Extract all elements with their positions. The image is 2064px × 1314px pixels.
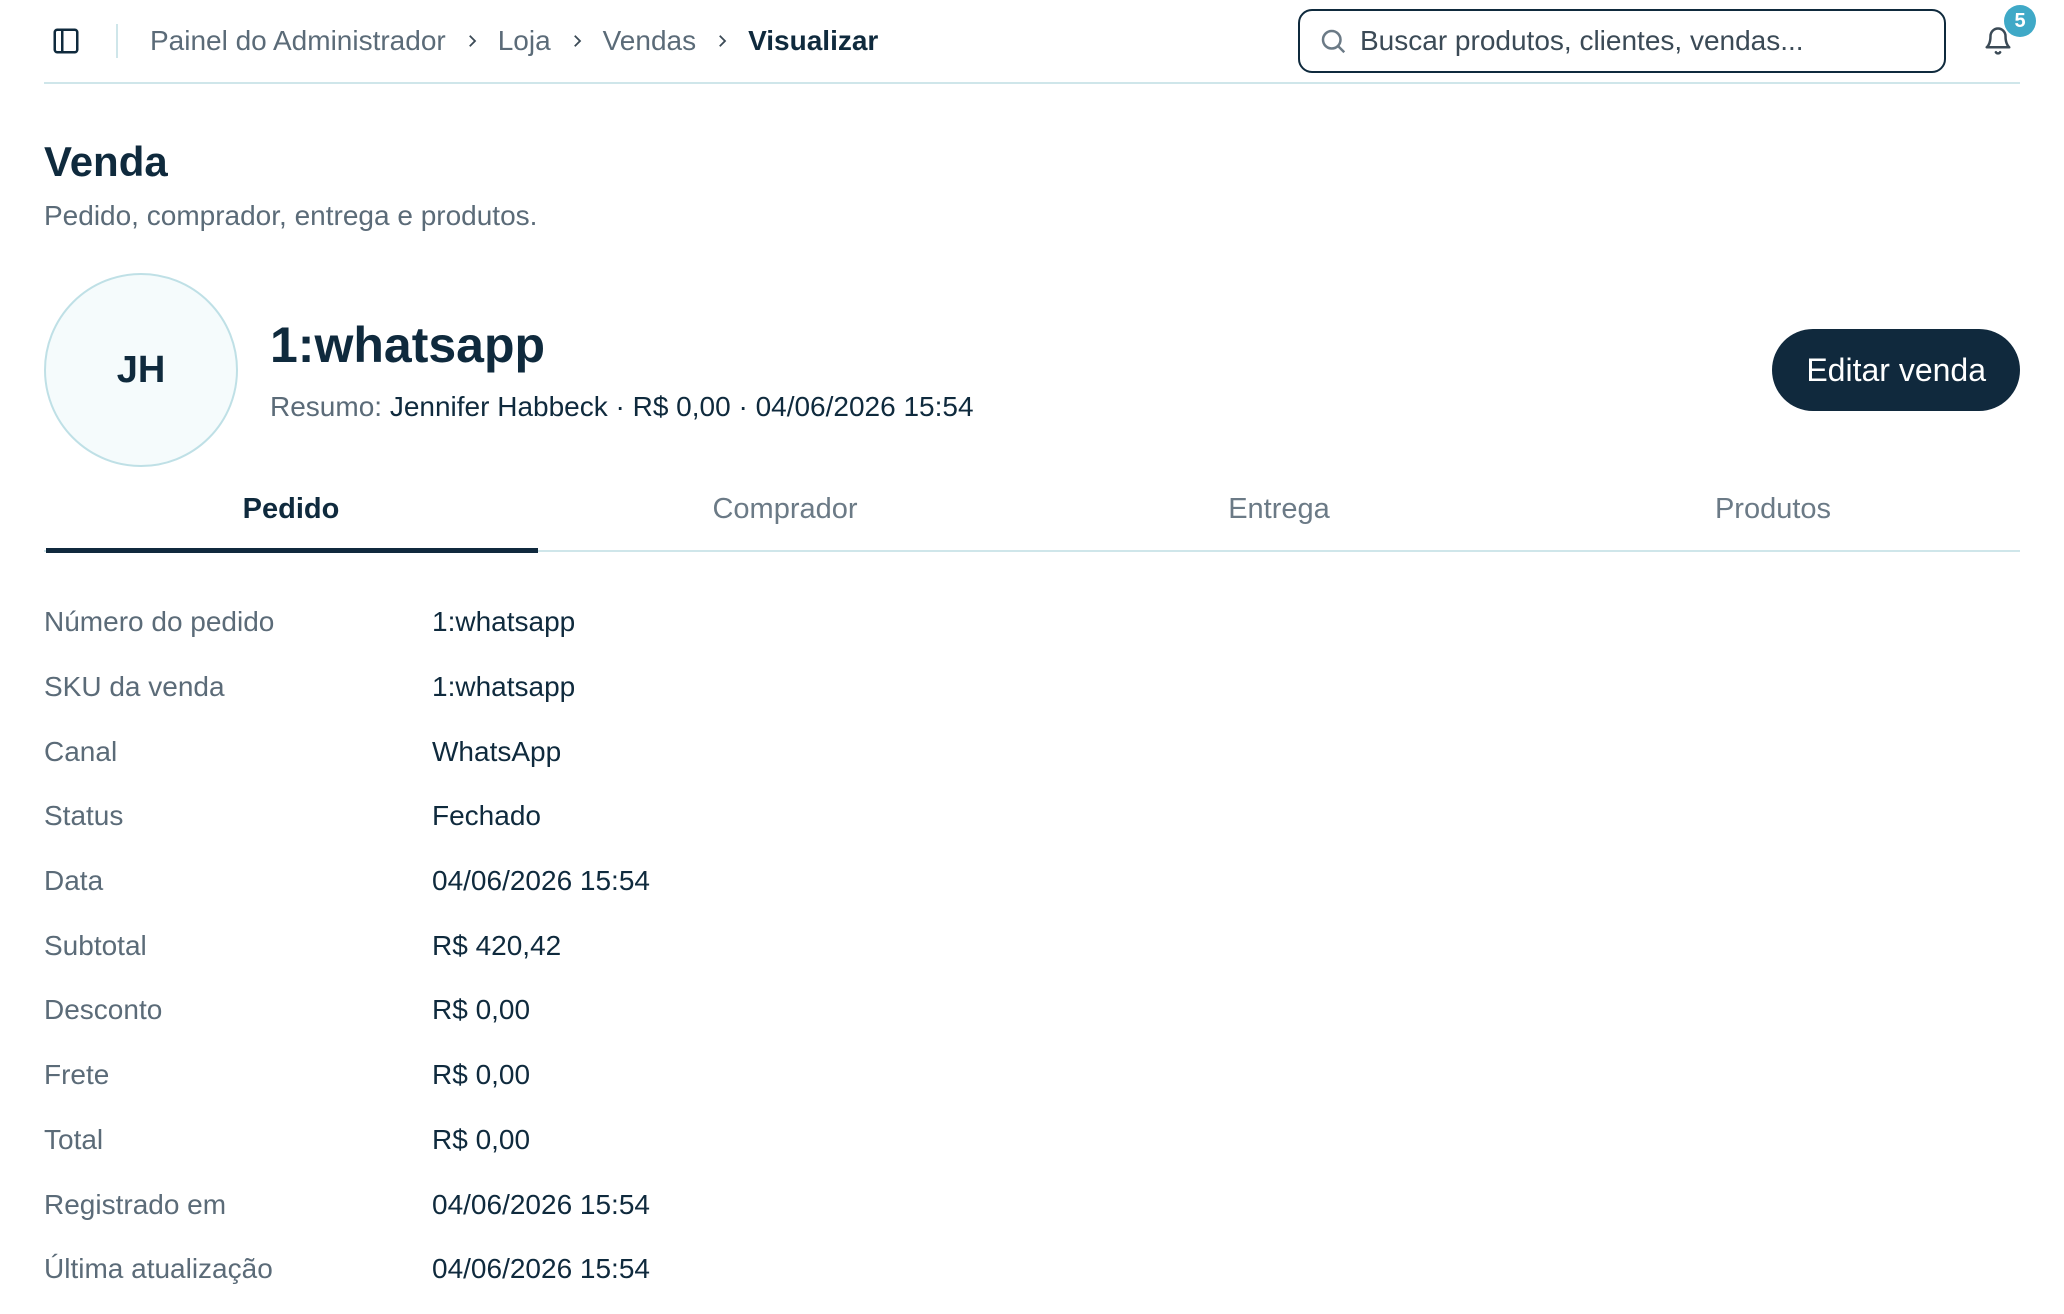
detail-value: R$ 0,00 [432, 1123, 531, 1155]
chevron-right-icon [696, 32, 748, 50]
summary-text: 1:whatsapp Resumo: Jennifer Habbeck · R$… [270, 316, 974, 423]
notifications-button[interactable]: 5 [1976, 5, 2036, 63]
breadcrumb: Painel do Administrador Loja Vendas Visu… [150, 25, 878, 57]
search-box[interactable] [1298, 9, 1946, 73]
detail-label: Número do pedido [44, 606, 275, 638]
breadcrumb-item-admin[interactable]: Painel do Administrador [150, 25, 446, 57]
detail-value: R$ 0,00 [432, 1059, 531, 1091]
chevron-right-icon [446, 32, 498, 50]
detail-row: Subtotal R$ 420,42 [44, 913, 2020, 978]
tab-pedido[interactable]: Pedido [44, 468, 538, 553]
notification-count-badge: 5 [2004, 5, 2036, 37]
detail-row: Número do pedido 1:whatsapp [44, 590, 2020, 655]
detail-value: 1:whatsapp [432, 606, 576, 638]
detail-row: SKU da venda 1:whatsapp [44, 655, 2020, 720]
page-subtitle: Pedido, comprador, entrega e produtos. [44, 200, 538, 231]
tab-produtos[interactable]: Produtos [1526, 468, 2020, 550]
page-title: Venda [44, 138, 168, 185]
detail-value: R$ 420,42 [432, 929, 562, 961]
sale-summary: JH 1:whatsapp Resumo: Jennifer Habbeck ·… [44, 272, 2020, 468]
breadcrumb-item-vendas[interactable]: Vendas [603, 25, 696, 57]
edit-sale-button[interactable]: Editar venda [1772, 329, 2020, 411]
detail-row: Frete R$ 0,00 [44, 1043, 2020, 1108]
detail-label: Total [44, 1123, 104, 1155]
detail-row: Data 04/06/2026 15:54 [44, 849, 2020, 914]
detail-label: Canal [44, 735, 118, 767]
detail-label: Subtotal [44, 929, 147, 961]
detail-row: Canal WhatsApp [44, 719, 2020, 784]
summary-label: Resumo: [270, 390, 383, 422]
tab-entrega[interactable]: Entrega [1032, 468, 1526, 550]
search-input[interactable] [1360, 25, 1926, 57]
detail-value: 04/06/2026 15:54 [432, 1188, 650, 1220]
detail-value: WhatsApp [432, 735, 562, 767]
vertical-divider [116, 24, 118, 58]
detail-label: Data [44, 865, 104, 897]
detail-value: 1:whatsapp [432, 671, 576, 703]
page: Painel do Administrador Loja Vendas Visu… [0, 0, 2064, 1314]
breadcrumb-current: Visualizar [748, 25, 879, 56]
sidebar-toggle-button[interactable] [46, 21, 86, 61]
tab-bar: Pedido Comprador Entrega Produtos [44, 468, 2020, 553]
detail-row: Última atualização 04/06/2026 15:54 [44, 1237, 2020, 1302]
summary-line: Resumo: Jennifer Habbeck · R$ 0,00 · 04/… [270, 391, 974, 423]
tab-comprador[interactable]: Comprador [538, 468, 1032, 550]
detail-row: Total R$ 0,00 [44, 1108, 2020, 1173]
detail-label: Status [44, 800, 124, 832]
detail-label: Desconto [44, 994, 163, 1026]
detail-label: SKU da venda [44, 671, 225, 703]
order-title: 1:whatsapp [270, 316, 546, 373]
summary-value: Jennifer Habbeck · R$ 0,00 · 04/06/2026 … [389, 390, 974, 422]
top-bar: Painel do Administrador Loja Vendas Visu… [44, 0, 2036, 84]
detail-label: Última atualização [44, 1253, 273, 1285]
breadcrumb-item-loja[interactable]: Loja [498, 25, 551, 57]
sidebar-icon [53, 28, 79, 54]
detail-row: Desconto R$ 0,00 [44, 978, 2020, 1043]
avatar: JH [44, 273, 238, 467]
chevron-right-icon [551, 32, 603, 50]
detail-label: Registrado em [44, 1188, 227, 1220]
detail-label: Frete [44, 1059, 110, 1091]
order-details: Número do pedido 1:whatsapp SKU da venda… [44, 590, 2020, 1302]
detail-value: R$ 0,00 [432, 994, 531, 1026]
search-icon [1321, 29, 1346, 54]
detail-row: Status Fechado [44, 784, 2020, 849]
detail-value: 04/06/2026 15:54 [432, 865, 650, 897]
detail-value: 04/06/2026 15:54 [432, 1253, 650, 1285]
detail-value: Fechado [432, 800, 541, 832]
detail-row: Registrado em 04/06/2026 15:54 [44, 1172, 2020, 1237]
